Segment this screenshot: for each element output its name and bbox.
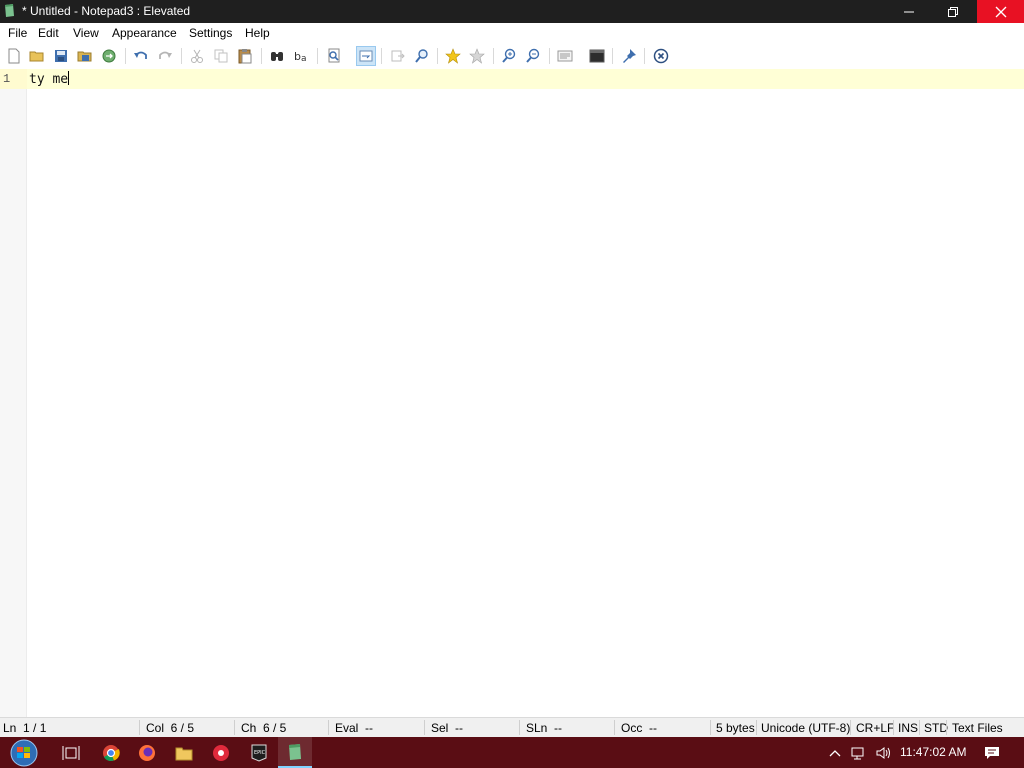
menu-view[interactable]: View — [73, 26, 99, 40]
status-occurrences[interactable]: Occ -- — [621, 721, 657, 735]
epic-games-icon[interactable]: EPIC — [244, 737, 274, 768]
title-bar[interactable]: * Untitled - Notepad3 : Elevated — [0, 0, 1024, 23]
replace-icon[interactable]: ba — [291, 46, 311, 66]
pin-icon[interactable] — [619, 46, 639, 66]
menu-appearance[interactable]: Appearance — [112, 26, 177, 40]
status-selection[interactable]: Sel -- — [431, 721, 463, 735]
status-file-type[interactable]: Text Files — [952, 721, 1003, 735]
text-caret — [68, 71, 70, 85]
file-explorer-icon[interactable] — [169, 737, 199, 768]
start-button[interactable] — [0, 737, 48, 768]
status-char[interactable]: Ch 6 / 5 — [241, 721, 286, 735]
status-insert-mode[interactable]: INS — [898, 721, 918, 735]
minimize-icon — [904, 11, 914, 12]
add-favorite-icon[interactable] — [467, 46, 487, 66]
status-line[interactable]: Ln 1 / 1 — [3, 721, 46, 735]
console-icon[interactable] — [587, 46, 607, 66]
status-std[interactable]: STD — [924, 721, 948, 735]
restore-icon — [948, 6, 958, 17]
status-bar: Ln 1 / 1 Col 6 / 5 Ch 6 / 5 Eval -- Sel … — [0, 717, 1024, 737]
status-selected-lines[interactable]: SLn -- — [526, 721, 562, 735]
find-icon[interactable] — [267, 46, 287, 66]
editor-text-line[interactable]: ty me — [29, 71, 70, 87]
status-column[interactable]: Col 6 / 5 — [146, 721, 194, 735]
line-number-gutter — [0, 69, 27, 717]
restore-button[interactable] — [931, 0, 975, 23]
find-in-files-icon[interactable] — [324, 46, 344, 66]
zoom-find-icon[interactable] — [412, 46, 432, 66]
save-as-icon[interactable] — [75, 46, 95, 66]
svg-text:b: b — [294, 50, 301, 63]
taskbar: EPIC 11:47:02 AM — [0, 737, 1024, 768]
menu-bar: File Edit View Appearance Settings Help — [0, 23, 1024, 43]
status-encoding[interactable]: Unicode (UTF-8) — [761, 721, 850, 735]
favorite-icon[interactable] — [443, 46, 463, 66]
zoom-out-icon[interactable] — [523, 46, 543, 66]
zoom-in-icon[interactable] — [499, 46, 519, 66]
open-file-icon[interactable] — [27, 46, 47, 66]
show-hidden-icons-chevron-icon[interactable] — [826, 737, 844, 768]
window-title: * Untitled - Notepad3 : Elevated — [22, 4, 191, 18]
svg-text:EPIC: EPIC — [254, 750, 266, 756]
close-button[interactable] — [977, 0, 1024, 23]
schemes-icon[interactable] — [555, 46, 575, 66]
firefox-icon[interactable] — [132, 737, 162, 768]
cut-icon[interactable] — [187, 46, 207, 66]
menu-settings[interactable]: Settings — [189, 26, 232, 40]
close-icon — [995, 6, 1006, 17]
editor-area[interactable]: 1 ty me — [0, 69, 1024, 717]
action-center-icon[interactable] — [981, 737, 1003, 768]
notepad3-taskbar-icon[interactable] — [278, 737, 312, 768]
line-number: 1 — [3, 72, 11, 86]
word-wrap-icon[interactable] — [356, 46, 376, 66]
clock[interactable]: 11:47:02 AM — [900, 745, 967, 759]
task-view-icon[interactable] — [56, 737, 86, 768]
notepad3-app-icon — [3, 4, 15, 18]
status-eol[interactable]: CR+LF — [856, 721, 894, 735]
browse-icon[interactable] — [99, 46, 119, 66]
status-size[interactable]: 5 bytes — [716, 721, 755, 735]
current-line-highlight — [27, 69, 1024, 89]
new-file-icon[interactable] — [4, 46, 24, 66]
redo-icon[interactable] — [155, 46, 175, 66]
menu-help[interactable]: Help — [245, 26, 270, 40]
chrome-icon[interactable] — [96, 737, 126, 768]
goto-icon[interactable] — [388, 46, 408, 66]
volume-icon[interactable] — [873, 737, 893, 768]
copy-icon[interactable] — [211, 46, 231, 66]
exit-icon[interactable] — [651, 46, 671, 66]
editor-text: ty me — [29, 72, 69, 87]
status-eval[interactable]: Eval -- — [335, 721, 373, 735]
svg-text:a: a — [301, 54, 307, 63]
toolbar: ba — [0, 43, 1024, 70]
network-icon[interactable] — [849, 737, 869, 768]
windows-orb-icon — [10, 739, 38, 766]
save-icon[interactable] — [51, 46, 71, 66]
paste-icon[interactable] — [235, 46, 255, 66]
app-red-icon[interactable] — [206, 737, 236, 768]
minimize-button[interactable] — [887, 0, 931, 23]
undo-icon[interactable] — [131, 46, 151, 66]
menu-edit[interactable]: Edit — [38, 26, 59, 40]
menu-file[interactable]: File — [8, 26, 27, 40]
